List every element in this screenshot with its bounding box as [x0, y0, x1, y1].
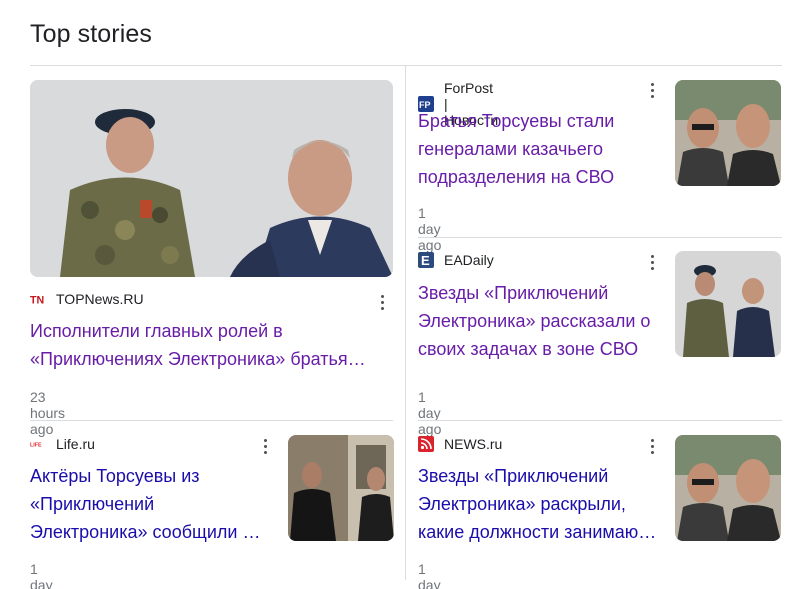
source-name: NEWS.ru — [444, 436, 503, 452]
source-name: TOPNews.RU — [56, 291, 144, 307]
story-headline[interactable]: Звезды «Приключений Электроника» рассказ… — [418, 279, 663, 363]
more-options-icon[interactable] — [642, 252, 662, 272]
more-options-icon[interactable] — [372, 292, 392, 312]
source-name: EADaily — [444, 252, 494, 268]
divider — [30, 65, 782, 66]
section-title: Top stories — [30, 20, 152, 48]
source-favicon: LIFE — [30, 436, 46, 452]
story-headline[interactable]: Звезды «Приключений Электроника» раскрыл… — [418, 462, 663, 546]
more-options-icon[interactable] — [642, 80, 662, 100]
story-headline[interactable]: Братья Торсуевы стали генералами казачье… — [418, 107, 663, 191]
source-favicon: E — [418, 252, 434, 268]
source-name: Life.ru — [56, 436, 95, 452]
more-options-icon[interactable] — [642, 436, 662, 456]
rss-icon — [418, 436, 434, 452]
favicon-text: LIFE — [30, 443, 42, 449]
story-thumbnail[interactable] — [675, 435, 781, 541]
divider — [30, 420, 393, 421]
column-divider — [405, 66, 406, 580]
divider — [418, 420, 782, 421]
more-options-icon[interactable] — [255, 436, 275, 456]
source-favicon: TN — [30, 291, 46, 307]
story-thumbnail[interactable] — [675, 251, 781, 357]
story-thumbnail[interactable] — [288, 435, 394, 541]
story-thumbnail[interactable] — [675, 80, 781, 186]
story-time: 23 hours ago — [30, 389, 66, 437]
story-time: 1 day ago — [30, 561, 53, 589]
story-headline[interactable]: Исполнители главных ролей в «Приключения… — [30, 317, 385, 373]
story-thumbnail[interactable] — [30, 80, 393, 277]
divider — [418, 237, 782, 238]
favicon-text: TN — [30, 294, 44, 306]
story-time: 1 day ago — [418, 205, 442, 253]
story-time: 1 day ago — [418, 389, 442, 437]
story-time: 1 day ago — [418, 561, 441, 589]
favicon-text: E — [421, 253, 430, 268]
story-headline[interactable]: Актёры Торсуевы из «Приключений Электрон… — [30, 462, 275, 546]
